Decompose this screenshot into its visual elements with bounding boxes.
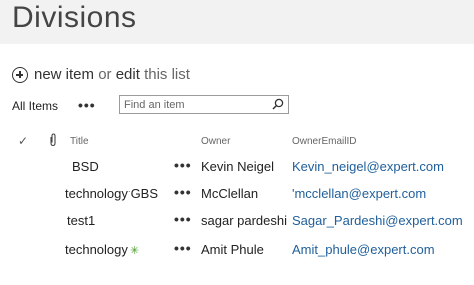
row-more-button[interactable]: ••• xyxy=(174,211,192,227)
row-email[interactable]: Sagar_Pardeshi@expert.com xyxy=(292,213,463,228)
column-header-title[interactable]: Title xyxy=(70,136,89,147)
list-header: ✓ Title Owner OwnerEmailID xyxy=(0,133,474,152)
plus-circle-icon[interactable] xyxy=(12,67,28,83)
column-header-email[interactable]: OwnerEmailID xyxy=(292,136,356,147)
column-header-owner[interactable]: Owner xyxy=(201,136,230,147)
row-email[interactable]: Amit_phule@expert.com xyxy=(292,242,435,257)
this-list-text: this list xyxy=(144,66,190,83)
row-email[interactable]: 'mcclellan@expert.com xyxy=(292,186,426,201)
row-title[interactable]: technology xyxy=(65,242,128,257)
row-title[interactable]: test1 xyxy=(67,213,95,228)
table-row[interactable]: technology·GBS ••• McClellan 'mcclellan@… xyxy=(0,183,474,205)
search-box[interactable] xyxy=(119,95,289,114)
view-more-button[interactable]: ••• xyxy=(78,97,96,113)
table-row[interactable]: technology ✳ ••• Amit Phule Amit_phule@ex… xyxy=(0,239,474,261)
or-text: or xyxy=(98,66,112,83)
table-row[interactable]: test1 ••• sagar pardeshi Sagar_Pardeshi@… xyxy=(0,210,474,232)
checkmark-icon[interactable]: ✓ xyxy=(18,134,28,148)
new-star-icon: ✳ xyxy=(129,245,140,257)
row-more-button[interactable]: ••• xyxy=(174,240,192,256)
row-email[interactable]: Kevin_neigel@expert.com xyxy=(292,159,444,174)
paperclip-icon xyxy=(50,133,56,147)
title-bar: Divisions xyxy=(0,0,474,44)
edit-link[interactable]: edit xyxy=(116,66,140,83)
row-owner: Kevin Neigel xyxy=(201,159,274,174)
row-title[interactable]: technology xyxy=(65,186,128,201)
row-more-button[interactable]: ••• xyxy=(174,157,192,173)
table-row[interactable]: BSD ••• Kevin Neigel Kevin_neigel@expert… xyxy=(0,156,474,178)
search-input[interactable] xyxy=(124,97,264,112)
search-icon[interactable] xyxy=(272,98,284,110)
new-item-link[interactable]: new item xyxy=(34,66,94,83)
row-owner: sagar pardeshi xyxy=(201,213,287,228)
row-title-group[interactable]: technology ✳ xyxy=(65,242,139,257)
page-title: Divisions xyxy=(12,1,137,34)
row-title-suffix[interactable]: GBS xyxy=(131,186,158,201)
view-all-items[interactable]: All Items xyxy=(12,99,58,113)
row-title-group[interactable]: technology·GBS xyxy=(65,186,158,201)
row-title[interactable]: BSD xyxy=(72,159,99,174)
row-more-button[interactable]: ••• xyxy=(174,184,192,200)
row-owner: McClellan xyxy=(201,186,259,201)
row-owner: Amit Phule xyxy=(201,242,264,257)
